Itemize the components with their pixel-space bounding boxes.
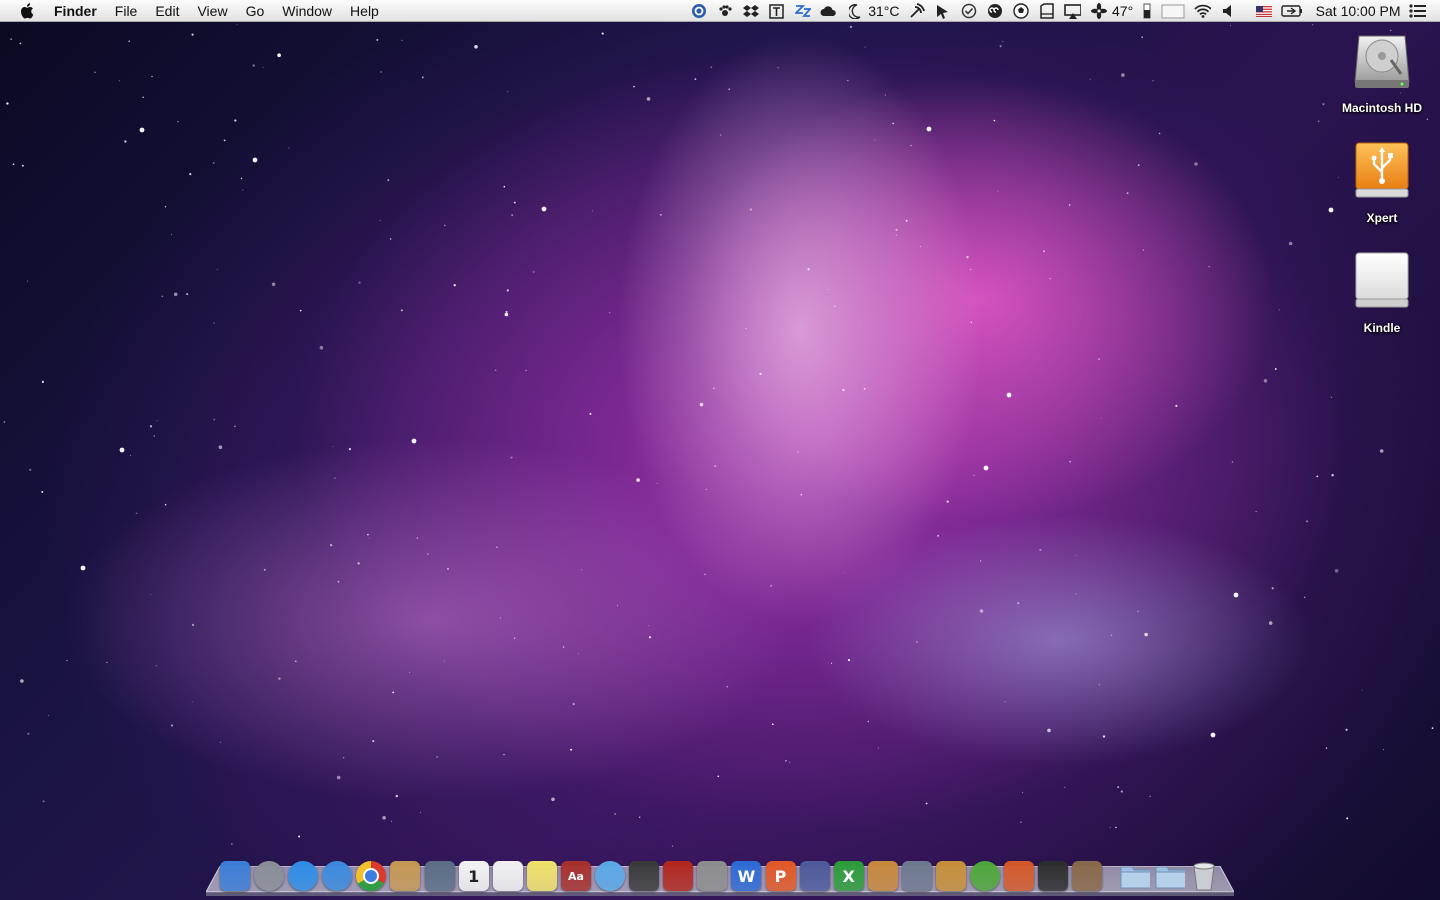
external-drive-icon [1355, 252, 1409, 308]
volume-icon[interactable] [1220, 3, 1237, 20]
textedit-icon[interactable] [492, 861, 523, 891]
chrome-icon[interactable] [356, 861, 387, 891]
memory-meter-icon[interactable] [1142, 3, 1152, 20]
desktop-icon-macintosh-hd[interactable]: Macintosh HD [1332, 30, 1432, 115]
dropbox-icon[interactable] [742, 3, 759, 20]
word-icon[interactable]: W [731, 861, 762, 891]
usb-drive-icon [1355, 142, 1409, 198]
pirate-ship-icon[interactable] [799, 861, 830, 891]
itunes-icon[interactable] [322, 861, 353, 891]
menu-go[interactable]: Go [237, 0, 274, 22]
excel-icon[interactable]: X [833, 861, 864, 891]
stickies-icon[interactable] [526, 861, 557, 891]
moon-icon[interactable] [846, 3, 863, 20]
spotlight-badge-icon[interactable] [690, 3, 707, 20]
iphoto-icon[interactable] [424, 861, 455, 891]
airplay-icon[interactable] [1064, 3, 1081, 20]
star-field [3, 24, 1434, 847]
facetime-icon[interactable] [629, 861, 660, 891]
fan-icon[interactable] [1090, 3, 1107, 20]
utorrent-icon[interactable] [970, 861, 1001, 891]
cpu-meter-icon[interactable] [1161, 3, 1185, 20]
cursor-arrow-icon[interactable] [934, 3, 951, 20]
finder-icon[interactable] [220, 861, 250, 891]
address-book-icon[interactable] [390, 861, 421, 891]
notification-list-icon[interactable] [1408, 3, 1426, 20]
antenna-icon[interactable] [908, 3, 925, 20]
wifi-icon[interactable] [1194, 3, 1211, 20]
applications-folder-icon[interactable] [1120, 861, 1151, 891]
menu-file[interactable]: File [106, 0, 147, 22]
sleep-z-icon[interactable] [794, 3, 811, 20]
desktop-icon-label: Xpert [1366, 211, 1398, 225]
launchpad-icon[interactable] [254, 861, 285, 891]
menu-extras: 31°C 47° Sat 10:00 PM [686, 0, 1440, 22]
photo-booth-icon[interactable] [663, 861, 694, 891]
pen-tool-icon[interactable] [901, 861, 932, 891]
us-flag-icon[interactable] [1255, 3, 1272, 20]
desktop-icon-xpert[interactable]: Xpert [1332, 140, 1432, 225]
terminal-icon[interactable] [1038, 861, 1069, 891]
powerpoint-icon[interactable]: P [765, 861, 796, 891]
paw-icon[interactable] [716, 3, 733, 20]
cloud-icon[interactable] [820, 3, 837, 20]
check-circle-icon[interactable] [960, 3, 977, 20]
document-icon[interactable] [1038, 3, 1055, 20]
dictionary-icon[interactable]: Aa [560, 861, 591, 891]
quote-bubble-icon[interactable] [986, 3, 1003, 20]
menu-finder[interactable]: Finder [54, 0, 106, 22]
hard-drive-icon [1354, 35, 1410, 88]
dock: 1 Aa W P X [220, 858, 1223, 894]
fan-readout[interactable]: 47° [1112, 3, 1133, 19]
menu-edit[interactable]: Edit [146, 0, 188, 22]
keynote-icon[interactable] [867, 861, 898, 891]
home-icon[interactable] [1004, 861, 1035, 891]
apple-menu-icon[interactable] [17, 2, 39, 20]
preview-icon[interactable] [1072, 861, 1103, 891]
ical-icon[interactable]: 1 [458, 861, 489, 891]
temperature-readout[interactable]: 31°C [868, 3, 899, 19]
desktop-icon-label: Macintosh HD [1341, 101, 1422, 115]
soccer-ball-icon[interactable] [1012, 3, 1029, 20]
trash-icon[interactable] [1189, 861, 1219, 891]
desktop-icon-kindle[interactable]: Kindle [1332, 250, 1432, 335]
menu-view[interactable]: View [188, 0, 236, 22]
menu-window[interactable]: Window [273, 0, 341, 22]
messages-icon[interactable] [595, 861, 626, 891]
text-input-icon[interactable] [768, 3, 785, 20]
app-store-icon[interactable] [288, 861, 319, 891]
downloads-folder-icon[interactable] [1155, 861, 1185, 891]
dock-separator [1106, 861, 1120, 891]
menu-bar: Finder File Edit View Go Window Help 31°… [0, 0, 1440, 22]
package-icon[interactable] [935, 861, 966, 891]
desktop-icon-label: Kindle [1363, 321, 1401, 335]
menu-help[interactable]: Help [341, 0, 388, 22]
menu-clock[interactable]: Sat 10:00 PM [1316, 3, 1401, 19]
battery-icon[interactable] [1281, 3, 1303, 20]
system-preferences-icon[interactable] [697, 861, 728, 891]
